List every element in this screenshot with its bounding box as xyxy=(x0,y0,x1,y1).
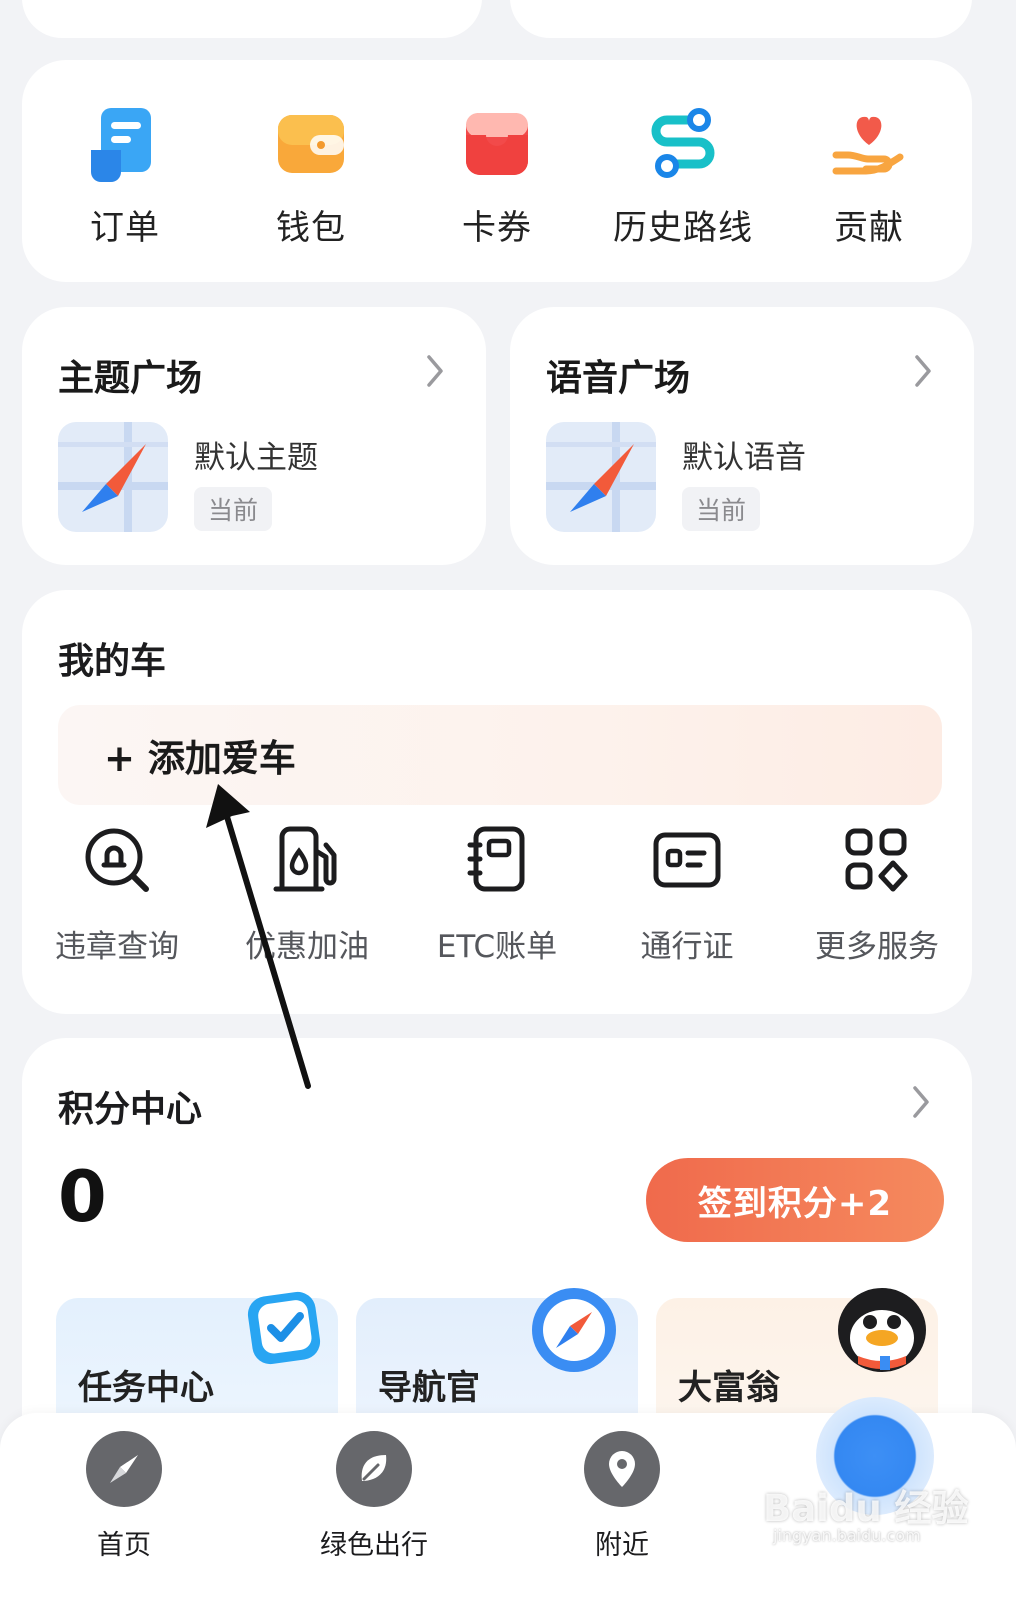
contribute-icon xyxy=(829,104,909,184)
tab-green-travel-label: 绿色出行 xyxy=(320,1530,428,1561)
chevron-right-icon xyxy=(915,355,931,387)
route-history-button[interactable]: 历史路线 xyxy=(593,104,773,249)
order-icon xyxy=(85,104,165,184)
points-center-title: 积分中心 xyxy=(58,1089,203,1130)
route-icon xyxy=(643,104,723,184)
etc-bill-icon xyxy=(467,826,525,892)
more-services-button[interactable]: 更多服务 xyxy=(785,825,970,966)
points-value: 0 xyxy=(58,1156,107,1238)
quick-actions-card: 订单 钱包 卡券 历史路线 贡献 xyxy=(22,60,972,282)
points-center-card: 积分中心 0 签到积分+2 任务中心 导航官 大富翁 xyxy=(22,1038,972,1458)
theme-name: 默认主题 xyxy=(194,440,318,476)
contribute-label: 贡献 xyxy=(834,208,904,248)
compass-icon xyxy=(86,1431,162,1507)
task-check-icon xyxy=(247,1291,321,1365)
voice-square-card[interactable]: 语音广场 默认语音 当前 xyxy=(510,307,974,565)
baidu-watermark: Baidu 经验 xyxy=(763,1487,969,1530)
compass-icon xyxy=(532,1288,616,1372)
top-card-left xyxy=(22,0,482,38)
pass-label: 通行证 xyxy=(640,929,734,965)
penguin-icon xyxy=(838,1288,926,1372)
task-center-label: 任务中心 xyxy=(78,1368,214,1408)
tab-nearby[interactable]: 附近 xyxy=(542,1431,702,1562)
wallet-icon xyxy=(271,104,351,184)
add-car-label: + 添加爱车 xyxy=(104,737,296,780)
chevron-right-icon xyxy=(427,355,443,387)
voice-thumbnail xyxy=(546,422,656,532)
coupon-button[interactable]: 卡券 xyxy=(407,104,587,249)
chevron-right-icon[interactable] xyxy=(906,1082,936,1122)
leaf-icon xyxy=(336,1431,412,1507)
fuel-pump-icon xyxy=(273,826,337,892)
contribute-button[interactable]: 贡献 xyxy=(779,104,959,249)
signin-points-button[interactable]: 签到积分+2 xyxy=(646,1158,944,1242)
monopoly-label: 大富翁 xyxy=(678,1368,780,1408)
theme-square-title: 主题广场 xyxy=(58,358,203,399)
etc-bill-label: ETC账单 xyxy=(436,929,558,965)
my-car-title: 我的车 xyxy=(58,641,167,682)
tab-home-label: 首页 xyxy=(97,1530,151,1561)
etc-bill-button[interactable]: ETC账单 xyxy=(405,825,590,966)
theme-current-badge: 当前 xyxy=(194,487,273,531)
order-button[interactable]: 订单 xyxy=(35,104,215,249)
location-pin-icon xyxy=(584,1431,660,1507)
tab-home[interactable]: 首页 xyxy=(44,1431,204,1562)
violation-query-label: 违章查询 xyxy=(55,929,179,965)
more-services-label: 更多服务 xyxy=(815,929,939,965)
violation-query-button[interactable]: 违章查询 xyxy=(25,825,210,966)
pass-card-icon xyxy=(653,832,721,888)
voice-name: 默认语音 xyxy=(682,440,806,476)
more-services-icon xyxy=(845,828,908,892)
route-history-label: 历史路线 xyxy=(613,208,753,248)
theme-square-card[interactable]: 主题广场 默认主题 当前 xyxy=(22,307,486,565)
fuel-discount-button[interactable]: 优惠加油 xyxy=(215,825,400,966)
voice-square-title: 语音广场 xyxy=(546,358,691,399)
navigator-label: 导航官 xyxy=(378,1368,480,1408)
add-car-button[interactable]: + 添加爱车 xyxy=(58,705,942,805)
order-label: 订单 xyxy=(90,208,160,248)
tab-nearby-label: 附近 xyxy=(595,1530,649,1561)
voice-current-badge: 当前 xyxy=(682,487,761,531)
tab-green-travel[interactable]: 绿色出行 xyxy=(294,1431,454,1562)
pass-button[interactable]: 通行证 xyxy=(595,825,780,966)
coupon-icon xyxy=(457,104,537,184)
coupon-label: 卡券 xyxy=(462,208,532,248)
wallet-button[interactable]: 钱包 xyxy=(221,104,401,249)
baidu-watermark-url: jingyan.baidu.com xyxy=(773,1526,921,1545)
top-card-right xyxy=(510,0,972,38)
theme-thumbnail xyxy=(58,422,168,532)
fuel-discount-label: 优惠加油 xyxy=(245,929,369,965)
wallet-label: 钱包 xyxy=(276,208,346,248)
my-car-card: 我的车 + 添加爱车 违章查询 优惠加油 ETC账单 通行证 更多服务 xyxy=(22,590,972,1014)
violation-search-icon xyxy=(85,828,149,892)
